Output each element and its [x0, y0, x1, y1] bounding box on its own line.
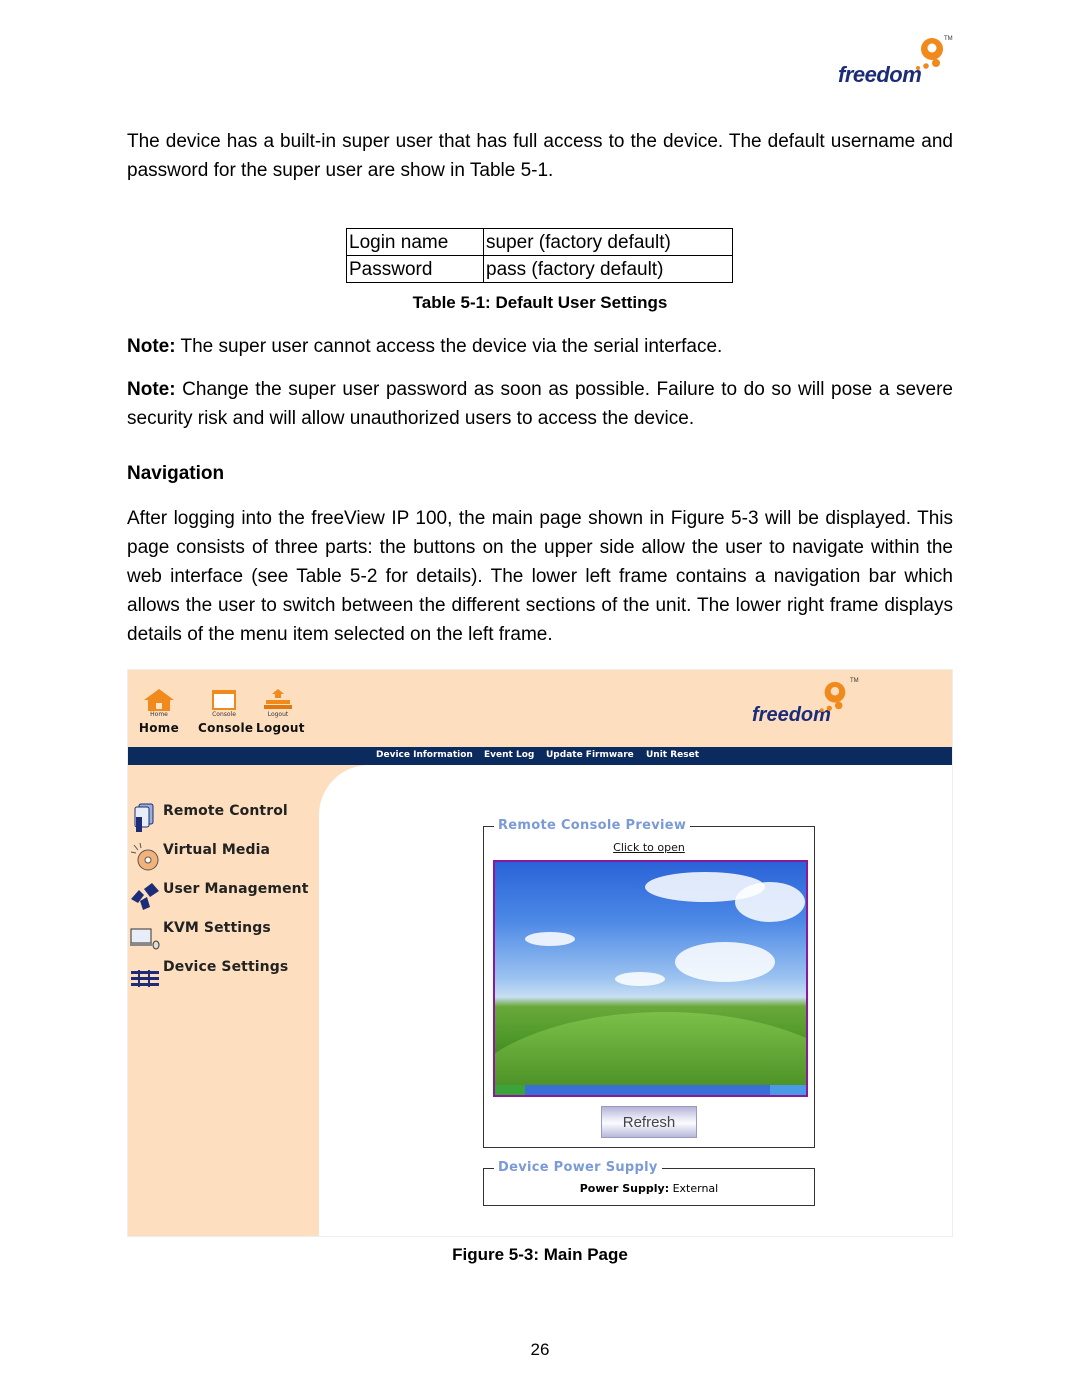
home-button[interactable]: Home Home [136, 688, 182, 735]
logout-label: Logout [256, 721, 305, 735]
device-power-supply-group: Device Power Supply Power Supply: Extern… [483, 1160, 815, 1206]
system-tray [770, 1085, 806, 1095]
table-cell-value: super (factory default) [483, 228, 733, 256]
menu-label: User Management [163, 881, 309, 897]
freedom9-logo: freedom TM [836, 36, 956, 102]
top-toolbar: Home Home Console Console Logout Logout … [128, 670, 952, 747]
nav-device-information[interactable]: Device Information [376, 750, 473, 760]
menu-label: KVM Settings [163, 920, 271, 936]
console-label: Console [198, 721, 254, 735]
logout-icon [264, 689, 292, 709]
navigation-heading: Navigation [127, 463, 225, 484]
console-small-label: Console [212, 711, 236, 718]
intro-paragraph: The device has a built-in super user tha… [127, 131, 953, 181]
table-caption: Table 5-1: Default User Settings [412, 293, 668, 312]
power-supply-readout: Power Supply: External [484, 1182, 814, 1195]
table-cell-value: pass (factory default) [483, 255, 733, 283]
note-text: The super user cannot access the device … [175, 336, 723, 357]
note-prefix: Note: [127, 379, 176, 400]
home-small-label: Home [150, 711, 168, 718]
table-row: Login name super (factory default) [346, 228, 733, 256]
power-supply-label: Power Supply: [579, 1182, 670, 1195]
start-button [495, 1085, 525, 1095]
main-page-screenshot: Home Home Console Console Logout Logout … [127, 669, 953, 1237]
home-label: Home [138, 721, 180, 735]
logo-wordmark: freedom [838, 62, 922, 87]
menu-label: Virtual Media [163, 842, 271, 858]
menu-label: Remote Control [163, 803, 288, 819]
kvm-settings-icon [130, 928, 160, 950]
logo-nine-icon [916, 38, 943, 70]
power-supply-value: External [672, 1182, 719, 1195]
logout-button[interactable]: Logout Logout [256, 688, 305, 735]
nav-event-log[interactable]: Event Log [484, 750, 534, 760]
user-management-icon [131, 883, 159, 910]
logo-trademark: TM [850, 678, 859, 684]
note-serial: Note: The super user cannot access the d… [127, 332, 953, 361]
table-cell-label: Password [346, 255, 484, 283]
refresh-button[interactable]: Refresh [601, 1106, 697, 1138]
remote-control-icon [134, 803, 154, 832]
freedom9-logo-inner: freedom TM [750, 678, 870, 738]
nav-update-firmware[interactable]: Update Firmware [546, 750, 634, 760]
home-icon [144, 689, 174, 711]
table-cell-label: Login name [346, 228, 484, 256]
device-settings-icon [131, 970, 159, 987]
top-navbar: Device Information Event Log Update Firm… [128, 747, 952, 765]
logo-nine-icon [819, 681, 846, 712]
table-row: Password pass (factory default) [346, 255, 733, 283]
logout-small-label: Logout [267, 711, 289, 718]
menu-label: Device Settings [163, 959, 289, 975]
desktop-taskbar [495, 1085, 806, 1095]
note-prefix: Note: [127, 336, 176, 357]
note-password: Note: Change the super user password as … [127, 375, 953, 433]
console-icon [212, 690, 236, 710]
console-button[interactable]: Console Console [198, 688, 254, 735]
console-preview-image[interactable] [493, 860, 808, 1097]
frame-corner-curve [319, 765, 419, 865]
virtual-media-icon [130, 842, 159, 871]
nav-unit-reset[interactable]: Unit Reset [646, 750, 699, 760]
left-navigation-pane: Remote Control Virtual Media User Manage… [128, 765, 319, 1236]
figure-caption: Figure 5-3: Main Page [452, 1245, 628, 1264]
remote-console-preview-legend: Remote Console Preview [494, 818, 691, 833]
navigation-paragraph: After logging into the freeView IP 100, … [127, 508, 953, 645]
default-user-settings-table: Login name super (factory default) Passw… [346, 228, 733, 283]
note-text: Change the super user password as soon a… [127, 379, 953, 429]
device-power-supply-legend: Device Power Supply [494, 1160, 662, 1175]
click-to-open-link[interactable]: Click to open [484, 841, 814, 854]
logo-trademark: TM [944, 36, 953, 42]
page-number: 26 [530, 1340, 550, 1359]
remote-console-preview-group: Remote Console Preview Click to open Ref… [483, 818, 815, 1148]
